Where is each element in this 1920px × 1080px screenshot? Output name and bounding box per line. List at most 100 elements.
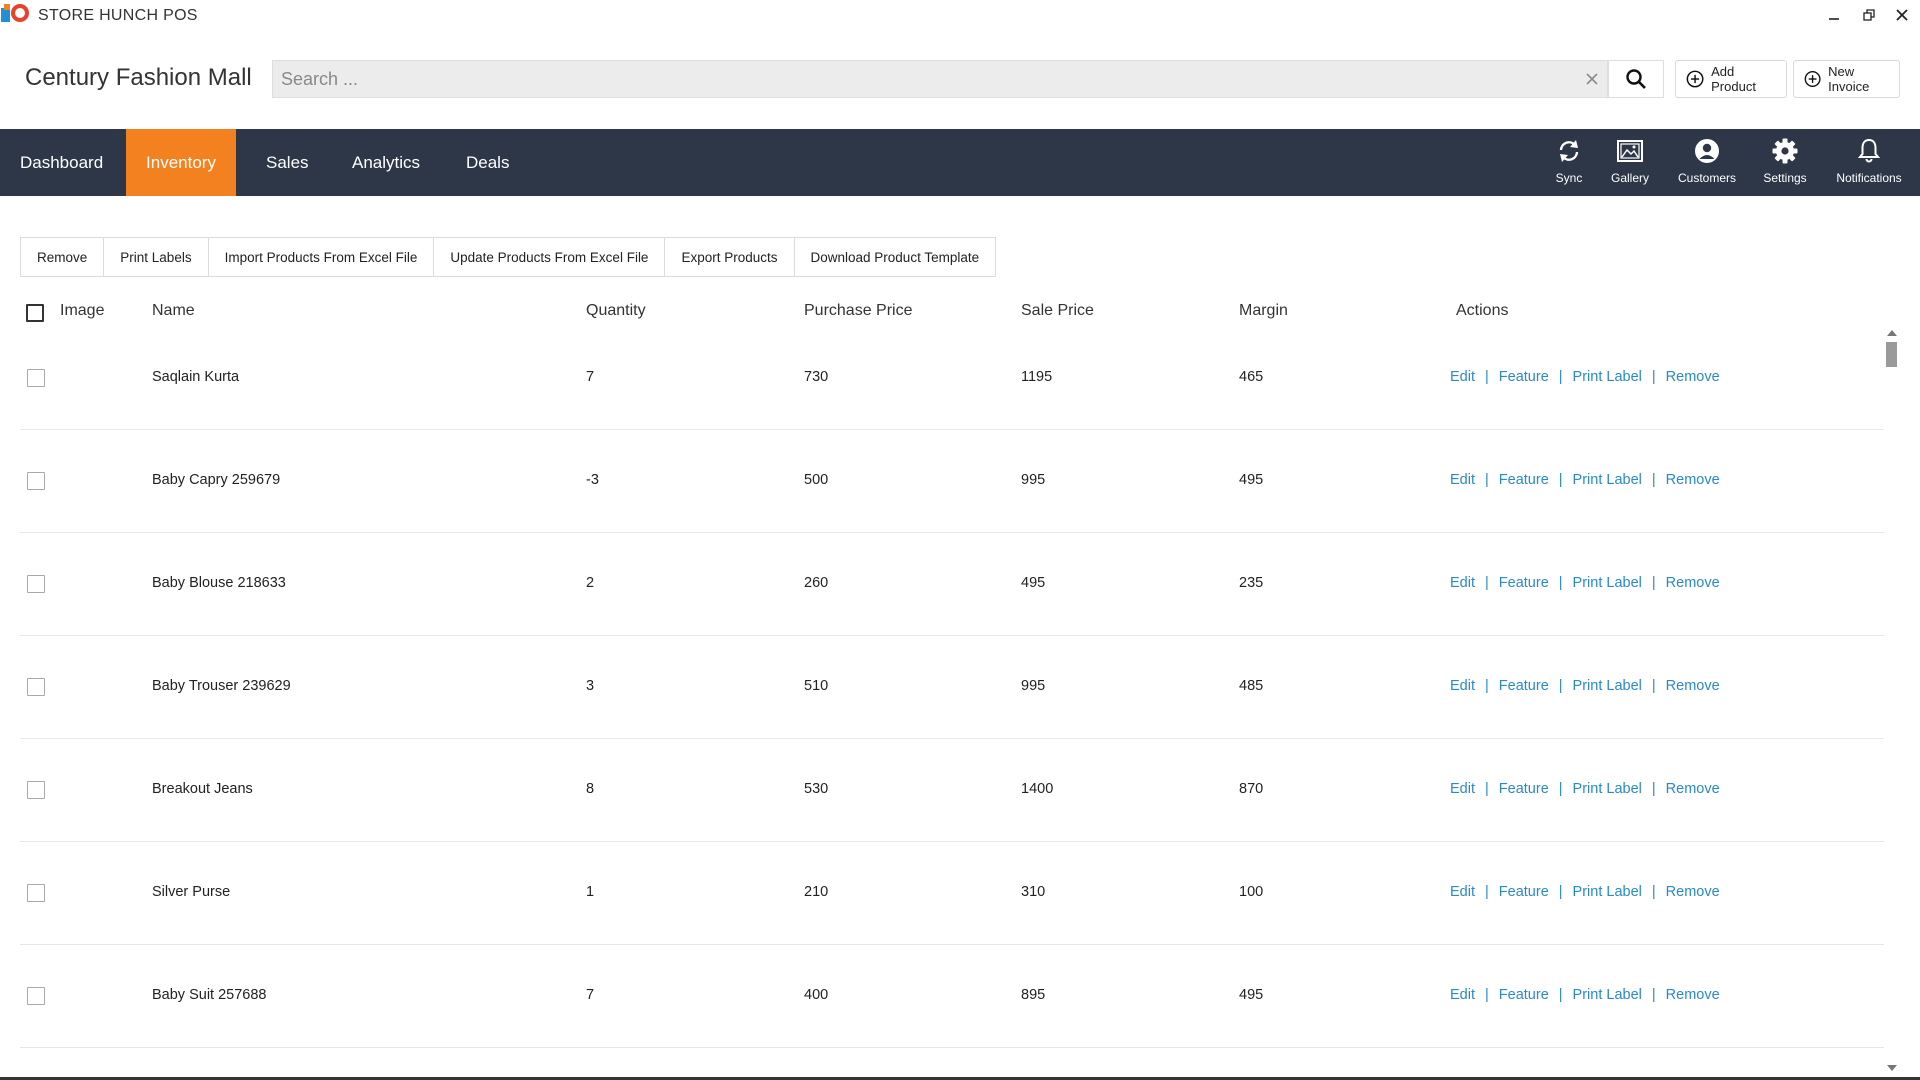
clear-icon — [1586, 73, 1598, 85]
edit-link[interactable]: Edit — [1450, 575, 1475, 591]
row-checkbox[interactable] — [27, 575, 45, 593]
remove-link[interactable]: Remove — [1666, 472, 1720, 488]
close-button[interactable] — [1888, 4, 1916, 26]
row-actions: Edit | Feature | Print Label | Remove — [1450, 575, 1720, 591]
remove-link[interactable]: Remove — [1666, 987, 1720, 1003]
sale-price-cell: 310 — [1021, 884, 1046, 900]
feature-link[interactable]: Feature — [1499, 987, 1549, 1003]
feature-link[interactable]: Feature — [1499, 781, 1549, 797]
restore-button[interactable] — [1855, 4, 1883, 26]
edit-link[interactable]: Edit — [1450, 987, 1475, 1003]
main-nav: Dashboard Inventory Sales Analytics Deal… — [0, 129, 1920, 196]
minimize-icon — [1829, 18, 1839, 20]
sale-price-cell: 495 — [1021, 575, 1046, 591]
row-checkbox[interactable] — [27, 987, 45, 1005]
action-separator: | — [1558, 987, 1563, 1003]
table-row: Baby Suit 257688 7 400 895 495 Edit | Feature | P… — [20, 945, 1884, 1048]
feature-link[interactable]: Feature — [1499, 369, 1549, 385]
scroll-up-arrow-icon[interactable] — [1885, 328, 1899, 338]
gallery-button[interactable]: Gallery — [1610, 137, 1650, 193]
row-checkbox[interactable] — [27, 472, 45, 490]
row-checkbox[interactable] — [27, 678, 45, 696]
print-labels-button[interactable]: Print Labels — [104, 238, 209, 276]
quantity-cell: 7 — [586, 987, 595, 1003]
action-separator: | — [1558, 369, 1563, 385]
purchase-price-cell: 400 — [804, 987, 829, 1003]
row-actions: Edit | Feature | Print Label | Remove — [1450, 369, 1720, 385]
customers-button[interactable]: Customers — [1676, 137, 1738, 193]
feature-link[interactable]: Feature — [1499, 678, 1549, 694]
remove-selected-button[interactable]: Remove — [21, 238, 105, 276]
edit-link[interactable]: Edit — [1450, 472, 1475, 488]
feature-link[interactable]: Feature — [1499, 575, 1549, 591]
remove-link[interactable]: Remove — [1666, 575, 1720, 591]
scroll-down-arrow-icon[interactable] — [1885, 1063, 1899, 1073]
print-label-link[interactable]: Print Label — [1573, 987, 1642, 1003]
sync-button[interactable]: Sync — [1554, 137, 1584, 193]
column-header-quantity: Quantity — [586, 302, 646, 319]
user-icon — [1695, 139, 1719, 163]
margin-cell: 495 — [1239, 987, 1264, 1003]
row-checkbox[interactable] — [27, 369, 45, 387]
row-checkbox[interactable] — [27, 884, 45, 902]
import-products-button[interactable]: Import Products From Excel File — [208, 238, 435, 276]
action-separator: | — [1558, 884, 1563, 900]
print-label-link[interactable]: Print Label — [1573, 678, 1642, 694]
edit-link[interactable]: Edit — [1450, 884, 1475, 900]
title-bar: STORE HUNCH POS — [0, 0, 1920, 30]
purchase-price-cell: 260 — [804, 575, 829, 591]
product-name-cell: Baby Blouse 218633 — [152, 575, 286, 591]
edit-link[interactable]: Edit — [1450, 781, 1475, 797]
quantity-cell: -3 — [586, 472, 599, 488]
add-product-button[interactable]: Add Product — [1675, 60, 1787, 98]
remove-link[interactable]: Remove — [1666, 678, 1720, 694]
action-separator: | — [1651, 472, 1656, 488]
purchase-price-cell: 730 — [804, 369, 829, 385]
action-separator: | — [1485, 575, 1489, 591]
quantity-cell: 3 — [586, 678, 595, 694]
clear-search-button[interactable] — [1581, 68, 1603, 90]
print-label-link[interactable]: Print Label — [1573, 884, 1642, 900]
product-name-cell: Saqlain Kurta — [152, 369, 240, 385]
tab-sales[interactable]: Sales — [246, 129, 329, 196]
table-row: Baby Trouser 239629 3 510 995 485 Edit | Featur… — [20, 636, 1884, 739]
search-button[interactable] — [1608, 60, 1664, 98]
edit-link[interactable]: Edit — [1450, 678, 1475, 694]
feature-link[interactable]: Feature — [1499, 884, 1549, 900]
minimize-button[interactable] — [1820, 4, 1848, 26]
feature-link[interactable]: Feature — [1499, 472, 1549, 488]
scrollbar-thumb[interactable] — [1886, 342, 1897, 367]
row-checkbox[interactable] — [27, 781, 45, 799]
table-header: Image Name Quantity Purchase Price Sale … — [20, 296, 1884, 328]
tab-dashboard[interactable]: Dashboard — [0, 129, 123, 196]
margin-cell: 495 — [1239, 472, 1264, 488]
new-invoice-button[interactable]: New Invoice — [1793, 60, 1900, 98]
remove-link[interactable]: Remove — [1666, 781, 1720, 797]
print-label-link[interactable]: Print Label — [1573, 472, 1642, 488]
action-separator: | — [1558, 678, 1563, 694]
download-template-button[interactable]: Download Product Template — [794, 238, 996, 276]
action-separator: | — [1651, 678, 1656, 694]
print-label-link[interactable]: Print Label — [1573, 369, 1642, 385]
print-label-link[interactable]: Print Label — [1573, 575, 1642, 591]
store-name: Century Fashion Mall — [25, 64, 252, 91]
settings-button[interactable]: Settings — [1762, 137, 1808, 193]
tab-analytics[interactable]: Analytics — [332, 129, 440, 196]
notifications-button[interactable]: Notifications — [1834, 137, 1904, 193]
export-products-button[interactable]: Export Products — [665, 238, 795, 276]
edit-link[interactable]: Edit — [1450, 369, 1475, 385]
purchase-price-cell: 500 — [804, 472, 829, 488]
purchase-price-cell: 510 — [804, 678, 829, 694]
sync-icon — [1559, 140, 1579, 162]
search-input[interactable] — [281, 61, 1581, 97]
update-products-button[interactable]: Update Products From Excel File — [434, 238, 666, 276]
tab-deals[interactable]: Deals — [446, 129, 529, 196]
tab-inventory[interactable]: Inventory — [126, 129, 236, 196]
select-all-checkbox[interactable] — [26, 304, 44, 322]
remove-link[interactable]: Remove — [1666, 884, 1720, 900]
table-row: Breakout Jeans 8 530 1400 870 Edit | Feature | Pr… — [20, 739, 1884, 842]
row-actions: Edit | Feature | Print Label | Remove — [1450, 884, 1720, 900]
remove-link[interactable]: Remove — [1666, 369, 1720, 385]
close-icon — [1896, 9, 1908, 21]
print-label-link[interactable]: Print Label — [1573, 781, 1642, 797]
